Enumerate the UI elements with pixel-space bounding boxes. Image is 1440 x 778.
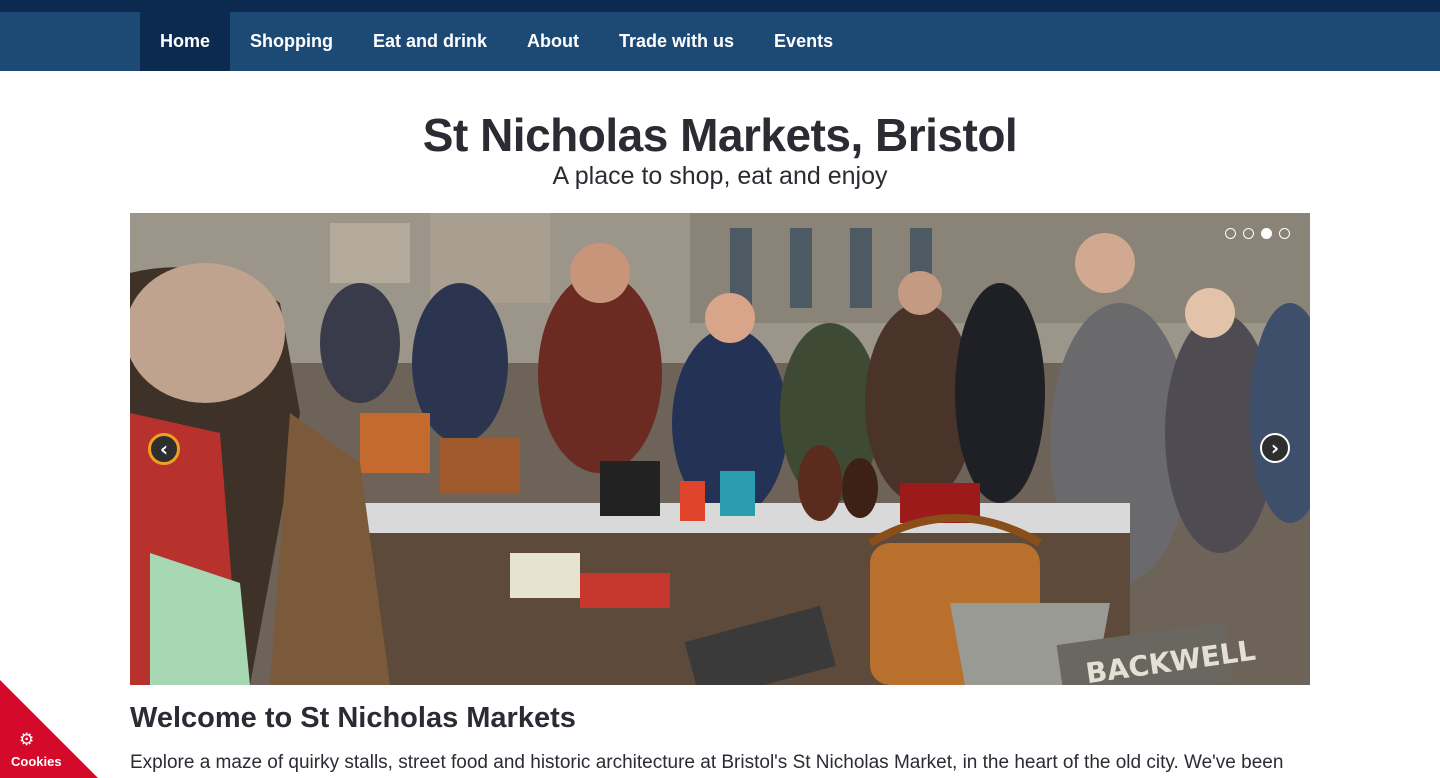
cookies-button[interactable]: ⚙ Cookies: [0, 680, 98, 778]
nav-item-about[interactable]: About: [507, 12, 599, 71]
market-photo: BACKWELL: [130, 213, 1310, 685]
carousel-dot-4[interactable]: [1279, 228, 1290, 239]
top-strip: [0, 0, 1440, 12]
chevron-left-icon: ‹: [159, 437, 169, 461]
chevron-right-icon: ›: [1270, 436, 1280, 460]
carousel-dot-1[interactable]: [1225, 228, 1236, 239]
intro-paragraph: Explore a maze of quirky stalls, street …: [130, 752, 1284, 773]
carousel-dot-3[interactable]: [1261, 228, 1272, 239]
nav-item-eat-and-drink[interactable]: Eat and drink: [353, 12, 507, 71]
site-title: St Nicholas Markets, Bristol: [422, 109, 1018, 161]
nav-item-home[interactable]: Home: [140, 12, 231, 71]
hero-carousel: BACKWELL ‹ ›: [130, 213, 1310, 685]
nav-item-events[interactable]: Events: [754, 12, 853, 71]
site-tagline: A place to shop, eat and enjoy: [552, 162, 888, 190]
carousel-dot-2[interactable]: [1243, 228, 1254, 239]
cookies-label: Cookies: [11, 754, 62, 769]
carousel-prev-button[interactable]: ‹: [148, 433, 180, 465]
gear-icon: ⚙: [19, 730, 35, 750]
nav-item-trade-with-us[interactable]: Trade with us: [599, 12, 754, 71]
main-nav: Home Shopping Eat and drink About Trade …: [0, 12, 1440, 71]
welcome-heading: Welcome to St Nicholas Markets: [130, 702, 576, 734]
carousel-next-button[interactable]: ›: [1260, 433, 1290, 463]
carousel-indicators: [1225, 228, 1290, 239]
nav-item-shopping[interactable]: Shopping: [230, 12, 353, 71]
